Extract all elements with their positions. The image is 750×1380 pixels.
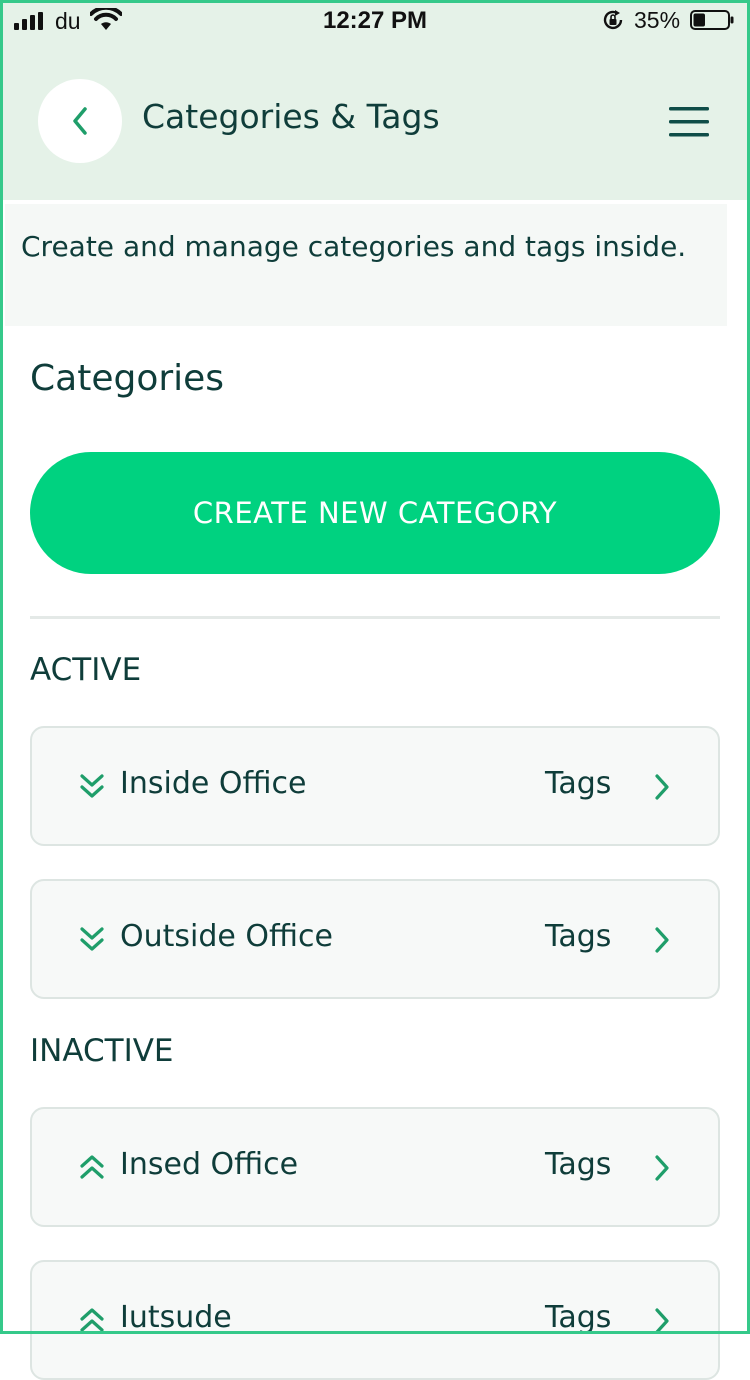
create-category-button[interactable]: CREATE NEW CATEGORY xyxy=(30,452,720,574)
battery-percent: 35% xyxy=(634,7,681,33)
tags-link[interactable]: Tags xyxy=(545,919,611,954)
chevron-left-icon xyxy=(73,107,87,135)
rotation-lock-icon xyxy=(603,10,623,30)
divider xyxy=(30,616,720,619)
double-chevron-up-icon xyxy=(80,1155,104,1179)
category-name: Inside Office xyxy=(120,766,307,801)
category-row-iutsude[interactable]: Iutsude Tags xyxy=(30,1260,720,1380)
category-row-inside-office[interactable]: Inside Office Tags xyxy=(30,726,720,846)
double-chevron-down-icon xyxy=(80,927,104,951)
category-name: Outside Office xyxy=(120,919,333,954)
inactive-group-label: INACTIVE xyxy=(30,1033,174,1069)
battery-icon xyxy=(690,10,734,30)
status-bar: du 12:27 PM 35% xyxy=(0,0,750,42)
active-group-label: ACTIVE xyxy=(30,652,142,688)
hamburger-menu-icon[interactable] xyxy=(664,100,714,144)
page-title: Categories & Tags xyxy=(142,97,440,136)
category-row-insed-office[interactable]: Insed Office Tags xyxy=(30,1107,720,1227)
chevron-right-icon[interactable] xyxy=(652,925,672,955)
chevron-right-icon[interactable] xyxy=(652,1306,672,1336)
chevron-right-icon[interactable] xyxy=(652,1153,672,1183)
tags-link[interactable]: Tags xyxy=(545,766,611,801)
category-name: Insed Office xyxy=(120,1147,299,1182)
double-chevron-up-icon xyxy=(80,1308,104,1332)
tags-link[interactable]: Tags xyxy=(545,1147,611,1182)
categories-heading: Categories xyxy=(30,358,225,399)
double-chevron-down-icon xyxy=(80,774,104,798)
category-name: Iutsude xyxy=(120,1300,232,1335)
back-button[interactable] xyxy=(38,79,122,163)
intro-description: Create and manage categories and tags in… xyxy=(5,204,727,326)
chevron-right-icon[interactable] xyxy=(652,772,672,802)
category-row-outside-office[interactable]: Outside Office Tags xyxy=(30,879,720,999)
tags-link[interactable]: Tags xyxy=(545,1300,611,1335)
